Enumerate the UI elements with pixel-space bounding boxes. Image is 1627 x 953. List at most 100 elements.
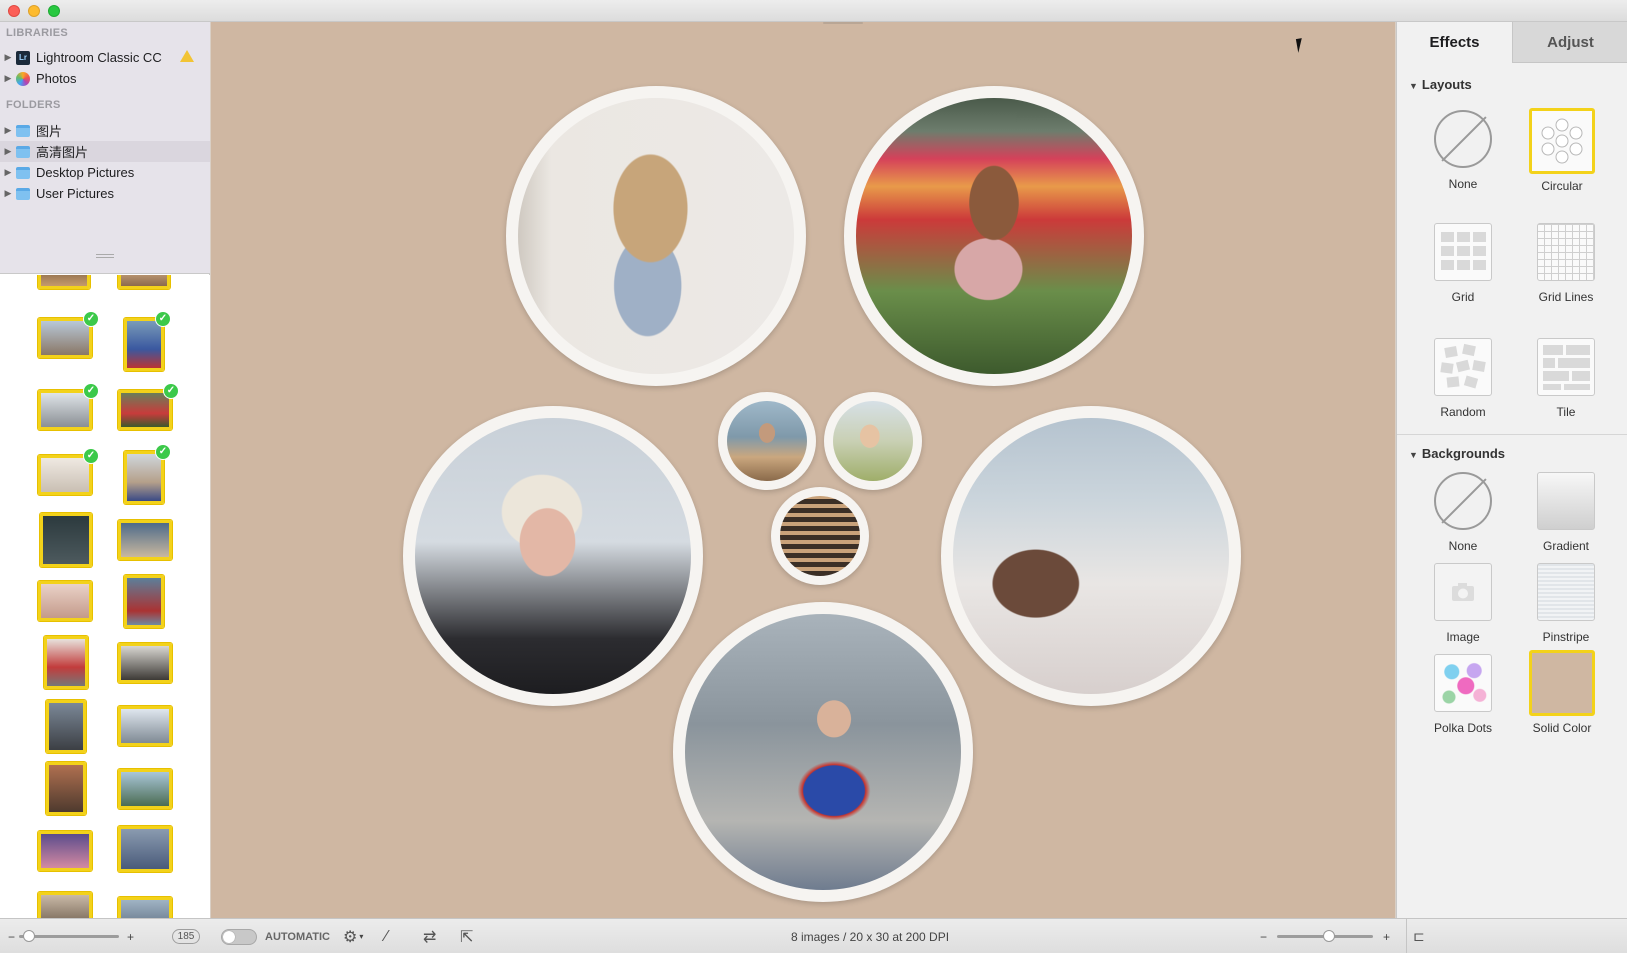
shuffle-button[interactable]: ⇄ [423, 919, 436, 953]
thumbnail[interactable] [118, 275, 170, 289]
background-option-polka-dots[interactable]: Polka Dots [1418, 654, 1508, 735]
thumbnail[interactable]: ✓ [124, 444, 171, 504]
disclosure-triangle-icon[interactable]: ▼ [1409, 81, 1418, 91]
folder-icon [16, 145, 30, 158]
lightroom-icon: Lr [16, 50, 30, 65]
layout-option-circular[interactable]: Circular [1517, 108, 1607, 193]
thumbnail[interactable]: ✓ [124, 311, 171, 371]
settings-menu-button[interactable]: ⚙ ▾ [343, 919, 363, 953]
thumbnail[interactable] [118, 706, 172, 746]
disclosure-triangle-icon[interactable]: ▶ [0, 73, 16, 84]
gear-icon: ⚙ [343, 928, 358, 946]
grid-layout-icon [1434, 223, 1492, 281]
thumbnail-browser[interactable]: ✓ ✓ ✓ ✓ ✓ ✓ [0, 275, 210, 918]
canvas-zoom-control: − + [1260, 919, 1390, 953]
canvas-zoom-slider[interactable] [1277, 930, 1374, 942]
zoom-window-button[interactable] [48, 5, 60, 17]
tab-effects[interactable]: Effects [1397, 22, 1512, 63]
disclosure-triangle-icon[interactable]: ▶ [0, 52, 16, 63]
thumbnail[interactable] [44, 636, 88, 689]
folder-item[interactable]: ▶ Desktop Pictures [0, 162, 210, 183]
option-label: Image [1446, 630, 1480, 644]
library-item-lightroom[interactable]: ▶ Lr Lightroom Classic CC [0, 47, 210, 68]
zoom-in-icon[interactable]: + [1383, 930, 1390, 944]
minimize-window-button[interactable] [28, 5, 40, 17]
thumbnail[interactable] [38, 831, 92, 871]
option-label: Gradient [1542, 539, 1590, 553]
folder-icon [16, 124, 30, 137]
layouts-header-label: Layouts [1421, 77, 1472, 92]
toggle-inspector-button[interactable]: ⊏ [1406, 919, 1425, 953]
close-window-button[interactable] [8, 5, 20, 17]
layouts-header[interactable]: ▼ Layouts [1409, 77, 1472, 92]
backgrounds-header[interactable]: ▼ Backgrounds [1409, 446, 1505, 461]
collage-photo[interactable] [941, 406, 1241, 706]
thumbnail[interactable] [118, 769, 172, 809]
title-bar [0, 0, 1627, 22]
tab-adjust[interactable]: Adjust [1512, 22, 1627, 63]
folder-item[interactable]: ▶ User Pictures [0, 183, 210, 204]
collage-canvas[interactable] [211, 22, 1395, 918]
layout-option-tile[interactable]: Tile [1521, 338, 1611, 419]
thumbnail[interactable] [118, 826, 172, 872]
disclosure-triangle-icon[interactable]: ▼ [1409, 450, 1418, 460]
thumbnail[interactable]: ✓ [38, 448, 99, 495]
thumbnail[interactable] [38, 892, 92, 918]
disclosure-triangle-icon[interactable]: ▶ [0, 167, 16, 178]
magic-wand-button[interactable]: ⁄ [385, 919, 388, 953]
folders-header: FOLDERS [6, 99, 61, 111]
background-option-image[interactable]: Image [1418, 563, 1508, 644]
collage-photo[interactable] [844, 86, 1144, 386]
disclosure-triangle-icon[interactable]: ▶ [0, 146, 16, 157]
thumbnail[interactable] [118, 897, 172, 918]
background-option-pinstripe[interactable]: Pinstripe [1521, 563, 1611, 644]
checkmark-icon: ✓ [83, 448, 99, 464]
layout-option-grid-lines[interactable]: Grid Lines [1521, 223, 1611, 304]
collage-photo[interactable] [771, 487, 869, 585]
thumbnail[interactable] [46, 700, 86, 753]
thumbnail[interactable] [40, 513, 92, 567]
zoom-out-icon[interactable]: − [8, 930, 15, 944]
layout-option-none[interactable]: None [1418, 110, 1508, 191]
thumbnail[interactable] [38, 581, 92, 621]
background-option-gradient[interactable]: Gradient [1521, 472, 1611, 553]
thumbnail[interactable]: ✓ [38, 311, 99, 358]
thumbnail[interactable] [118, 520, 172, 560]
background-option-none[interactable]: None [1418, 472, 1508, 553]
grid-lines-layout-icon [1537, 223, 1595, 281]
thumbnail[interactable] [38, 275, 90, 289]
thumbnail[interactable] [46, 762, 86, 815]
layout-option-grid[interactable]: Grid [1418, 223, 1508, 304]
collage-photo[interactable] [403, 406, 703, 706]
share-button[interactable]: ⇱ [460, 919, 473, 953]
disclosure-triangle-icon[interactable]: ▶ [0, 125, 16, 136]
layout-option-random[interactable]: Random [1418, 338, 1508, 419]
thumbnail[interactable] [124, 575, 164, 628]
library-item-photos[interactable]: ▶ Photos [0, 68, 210, 89]
disclosure-triangle-icon[interactable]: ▶ [0, 188, 16, 199]
library-item-label: Lightroom Classic CC [36, 50, 162, 65]
zoom-out-icon[interactable]: − [1260, 930, 1267, 944]
collage-photo[interactable] [506, 86, 806, 386]
share-icon: ⇱ [460, 928, 474, 946]
folder-item[interactable]: ▶ 高清图片 [0, 141, 210, 162]
option-label: None [1448, 539, 1478, 553]
collage-photo[interactable] [824, 392, 922, 490]
background-option-solid-color[interactable]: Solid Color [1517, 650, 1607, 735]
collage-photo[interactable] [718, 392, 816, 490]
thumbnail[interactable]: ✓ [118, 383, 179, 430]
thumbnail[interactable] [118, 643, 172, 683]
status-text: 8 images / 20 x 30 at 200 DPI [700, 919, 1040, 953]
split-view-handle[interactable] [96, 254, 114, 258]
folder-item-label: 图片 [36, 124, 63, 139]
thumbnail[interactable]: ✓ [38, 383, 99, 430]
app-window: LIBRARIES ▶ Lr Lightroom Classic CC ▶ Ph… [0, 0, 1627, 953]
thumbnail-size-slider[interactable] [19, 930, 120, 942]
option-label: Solid Color [1532, 721, 1592, 735]
drag-handle[interactable] [823, 22, 863, 24]
option-label: Grid [1451, 290, 1475, 304]
automatic-toggle[interactable] [221, 928, 257, 945]
collage-photo[interactable] [673, 602, 973, 902]
folder-item[interactable]: ▶ 图片 [0, 120, 210, 141]
zoom-in-icon[interactable]: + [127, 930, 134, 944]
